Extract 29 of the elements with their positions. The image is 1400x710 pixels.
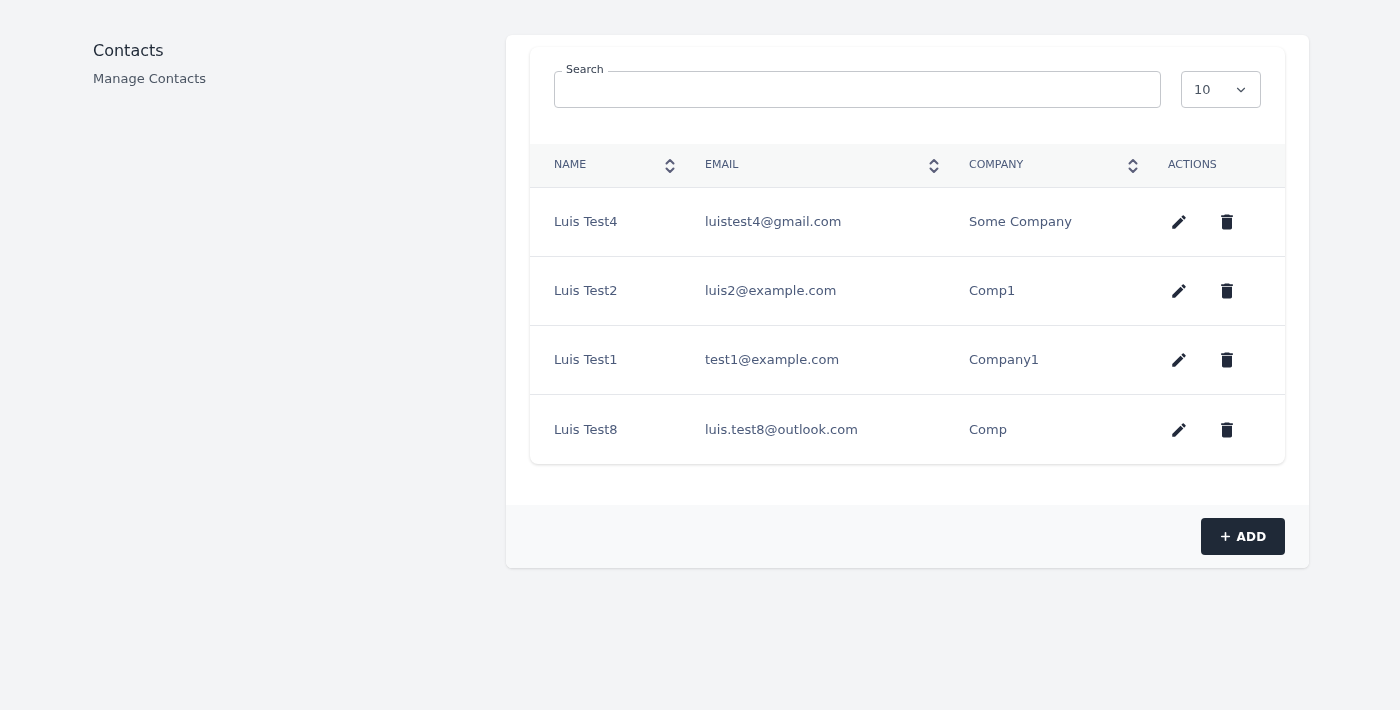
page-subtitle: Manage Contacts — [93, 70, 208, 88]
table-cell-text: Luis Test2 — [554, 282, 619, 301]
table-cell-text: Some Company — [969, 213, 1073, 232]
table-cell-text: luistest4@gmail.com — [705, 213, 843, 232]
page-size-select[interactable]: 10 — [1181, 71, 1261, 108]
column-header[interactable]: EMAIL — [705, 157, 739, 174]
table-cell-text: Luis Test1 — [554, 351, 619, 370]
table-cell-text: luis.test8@outlook.com — [705, 420, 859, 439]
pencil-icon[interactable] — [1170, 420, 1188, 439]
column-header[interactable]: NAME — [554, 157, 587, 174]
table-cell-text: Comp — [969, 420, 1008, 439]
table-cell-text: Luis Test8 — [554, 420, 619, 439]
page-title: Contacts — [93, 40, 165, 62]
sort-icon[interactable] — [665, 157, 675, 174]
sort-icon[interactable] — [1128, 157, 1138, 174]
table-cell-text: Luis Test4 — [554, 213, 619, 232]
pencil-icon[interactable] — [1170, 351, 1188, 369]
search-field[interactable] — [554, 71, 1161, 108]
column-header: ACTIONS — [1168, 157, 1217, 174]
table-cell-text: Comp1 — [969, 282, 1017, 301]
sort-icon[interactable] — [929, 157, 939, 174]
table-cell-text: luis2@example.com — [705, 282, 838, 301]
pencil-icon[interactable] — [1170, 282, 1188, 300]
table-cell-text: Company1 — [969, 351, 1041, 370]
column-header[interactable]: COMPANY — [969, 157, 1024, 174]
plus-icon — [1219, 530, 1233, 543]
table-cell-text: test1@example.com — [705, 351, 841, 370]
add-button[interactable]: ADD — [1201, 518, 1285, 555]
pencil-icon[interactable] — [1170, 213, 1188, 231]
